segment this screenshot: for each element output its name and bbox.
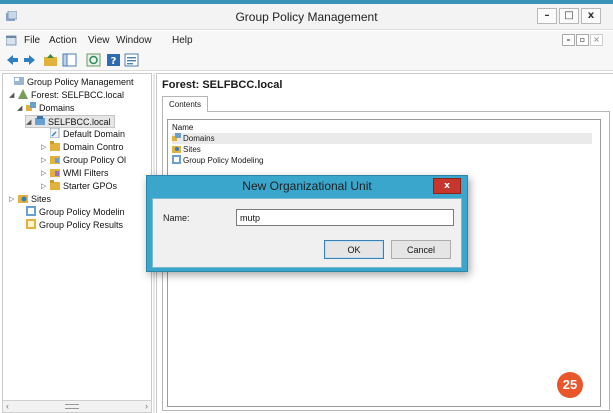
gpm-icon bbox=[14, 77, 24, 85]
properties-icon[interactable] bbox=[124, 53, 139, 67]
tab-contents[interactable]: Contents bbox=[162, 96, 208, 112]
expand-arrow-icon[interactable]: ▷ bbox=[41, 180, 50, 193]
starter-gpo-folder-icon bbox=[50, 180, 60, 190]
wmi-folder-icon bbox=[50, 169, 60, 177]
list-item-label: Domains bbox=[183, 134, 215, 143]
menu-action[interactable]: Action bbox=[49, 35, 77, 46]
tree-item-label: Domains bbox=[39, 103, 75, 113]
menu-help[interactable]: Help bbox=[172, 35, 193, 46]
scroll-left-arrow-icon[interactable]: ‹ bbox=[6, 401, 9, 412]
expand-arrow-icon[interactable]: ▷ bbox=[41, 167, 50, 180]
step-number-badge: 25 bbox=[557, 372, 583, 398]
close-window-button[interactable]: x bbox=[581, 8, 601, 24]
list-item-domains[interactable]: Domains bbox=[172, 133, 592, 144]
cancel-button[interactable]: Cancel bbox=[391, 240, 451, 259]
collapse-arrow-icon[interactable]: ◢ bbox=[26, 116, 35, 129]
scroll-right-arrow-icon[interactable]: › bbox=[145, 401, 148, 412]
tree-item-wmi-filters[interactable]: ▷ WMI Filters bbox=[41, 167, 109, 180]
ou-folder-icon bbox=[50, 141, 60, 151]
tree-item-domain-selfbcc[interactable]: ◢ SELFBCC.local bbox=[25, 115, 115, 128]
tree-item-label: Group Policy Ol bbox=[63, 155, 127, 165]
list-item-label: Group Policy Modeling bbox=[183, 156, 264, 165]
tree-item-gp-modeling[interactable]: Group Policy Modelin bbox=[17, 206, 125, 219]
tree-item-label: Domain Contro bbox=[63, 142, 124, 152]
tree-item-starter-gpos[interactable]: ▷ Starter GPOs bbox=[41, 180, 117, 193]
maximize-button[interactable]: □ bbox=[559, 8, 579, 24]
domains-icon bbox=[26, 102, 36, 111]
help-icon[interactable]: ? bbox=[106, 53, 121, 67]
gpo-folder-icon bbox=[50, 156, 60, 164]
tree-item-label: Group Policy Modelin bbox=[39, 207, 125, 217]
tree-item-gp-results[interactable]: Group Policy Results bbox=[17, 219, 123, 232]
tree-item-label: Forest: SELFBCC.local bbox=[31, 90, 125, 100]
menu-window[interactable]: Window bbox=[116, 35, 152, 46]
up-folder-icon[interactable] bbox=[43, 53, 58, 67]
tree-item-sites[interactable]: ▷ Sites bbox=[9, 193, 51, 206]
modeling-icon bbox=[26, 206, 36, 216]
tree-item-label: SELFBCC.local bbox=[48, 117, 111, 127]
mdi-minimize-button[interactable]: – bbox=[562, 34, 575, 46]
dialog-close-button[interactable]: x bbox=[433, 178, 461, 194]
mdi-restore-button[interactable]: ▫ bbox=[576, 34, 589, 46]
domain-icon bbox=[35, 116, 45, 125]
tree-item-default-domain[interactable]: Default Domain bbox=[41, 128, 125, 141]
svg-text:?: ? bbox=[111, 56, 117, 67]
console-tree: Group Policy Management ◢ Forest: SELFBCC… bbox=[2, 73, 152, 413]
toolbar: ? bbox=[0, 50, 613, 71]
sites-icon bbox=[18, 195, 28, 203]
tree-item-label: WMI Filters bbox=[63, 168, 109, 178]
list-item-sites[interactable]: Sites bbox=[172, 144, 201, 155]
gpo-link-icon bbox=[50, 128, 60, 138]
results-icon bbox=[26, 219, 36, 229]
show-hide-tree-icon[interactable] bbox=[62, 53, 77, 67]
menu-file[interactable]: File bbox=[24, 35, 40, 46]
tree-item-root[interactable]: Group Policy Management bbox=[5, 76, 134, 89]
domains-icon bbox=[172, 133, 181, 141]
back-arrow-icon[interactable] bbox=[5, 53, 20, 67]
dialog-body: Name: OK Cancel bbox=[152, 198, 462, 268]
forest-icon bbox=[18, 89, 28, 99]
window-title: Group Policy Management bbox=[235, 10, 378, 24]
tree-item-label: Group Policy Results bbox=[39, 220, 124, 230]
list-item-gp-modeling[interactable]: Group Policy Modeling bbox=[172, 155, 263, 166]
menu-bar: File Action View Window Help – ▫ × bbox=[0, 31, 613, 50]
modeling-icon bbox=[172, 155, 181, 164]
sites-icon bbox=[172, 146, 181, 153]
list-item-label: Sites bbox=[183, 145, 201, 154]
details-title: Forest: SELFBCC.local bbox=[162, 79, 283, 91]
collapse-arrow-icon[interactable]: ◢ bbox=[17, 102, 26, 115]
tree-item-domains[interactable]: ◢ Domains bbox=[17, 102, 75, 115]
new-ou-dialog: New Organizational Unit x Name: OK Cance… bbox=[146, 175, 468, 272]
expand-arrow-icon[interactable]: ▷ bbox=[41, 141, 50, 154]
tree-item-label: Sites bbox=[31, 194, 52, 204]
scroll-thumb-grip[interactable] bbox=[65, 404, 79, 409]
minimize-button[interactable]: – bbox=[537, 8, 557, 24]
expand-arrow-icon[interactable]: ▷ bbox=[9, 193, 18, 206]
name-label: Name: bbox=[163, 213, 190, 223]
console-icon bbox=[6, 35, 17, 46]
refresh-icon[interactable] bbox=[86, 53, 101, 67]
tree-item-forest[interactable]: ◢ Forest: SELFBCC.local bbox=[9, 89, 124, 102]
forward-arrow-icon[interactable] bbox=[22, 53, 37, 67]
tree-item-domain-controllers[interactable]: ▷ Domain Contro bbox=[41, 141, 124, 154]
ok-button[interactable]: OK bbox=[324, 240, 384, 259]
tree-item-label: Default Domain bbox=[63, 129, 126, 139]
tree-horizontal-scrollbar[interactable]: ‹ › bbox=[2, 400, 152, 413]
expand-arrow-icon[interactable]: ▷ bbox=[41, 154, 50, 167]
tree-item-group-policy-objects[interactable]: ▷ Group Policy Ol bbox=[41, 154, 126, 167]
dialog-title: New Organizational Unit bbox=[242, 179, 372, 193]
collapse-arrow-icon[interactable]: ◢ bbox=[9, 89, 18, 102]
title-bar: Group Policy Management – □ x bbox=[0, 4, 613, 30]
ou-name-input[interactable] bbox=[236, 209, 454, 226]
column-header-name[interactable]: Name bbox=[172, 123, 193, 132]
mdi-close-button[interactable]: × bbox=[590, 34, 603, 46]
menu-view[interactable]: View bbox=[88, 35, 110, 46]
tree-item-label: Group Policy Management bbox=[27, 77, 134, 87]
tree-item-label: Starter GPOs bbox=[63, 181, 118, 191]
